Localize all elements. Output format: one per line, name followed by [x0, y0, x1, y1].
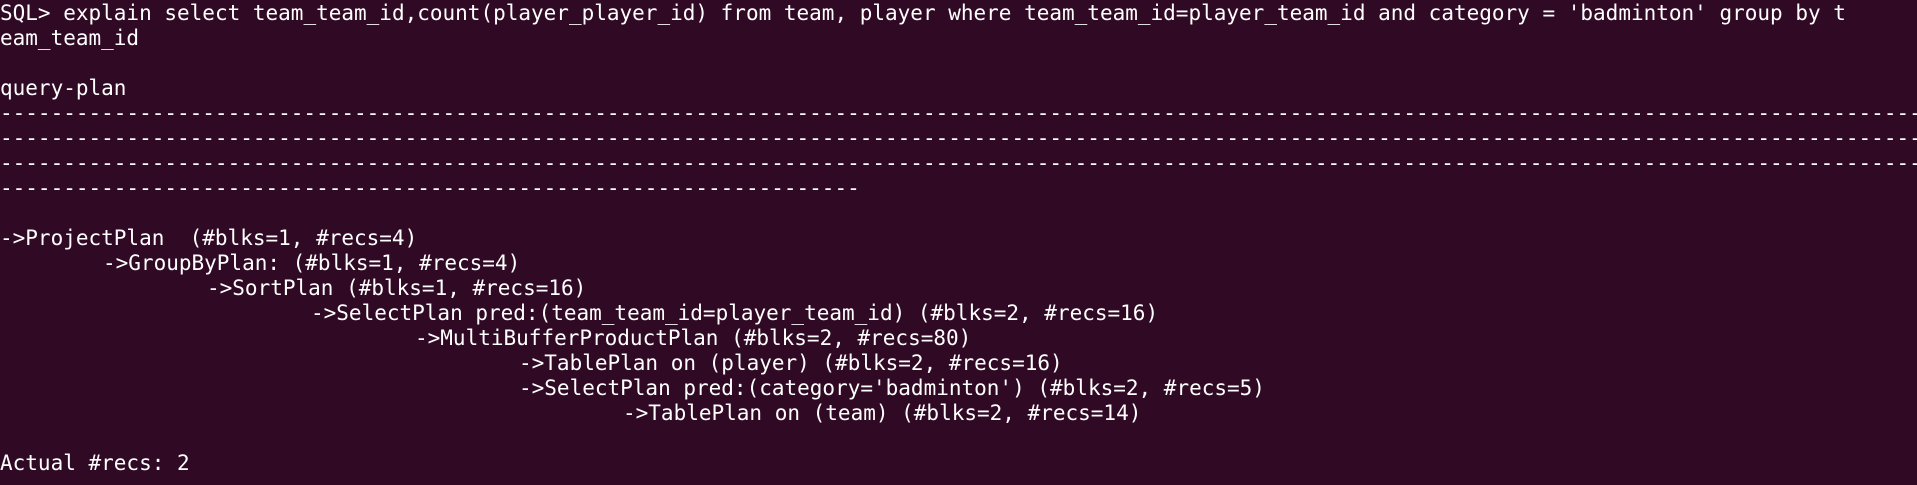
plan-node-select-join: ->SelectPlan pred:(team_team_id=player_t…	[311, 301, 1159, 325]
separator-line: ----------------------------------------…	[0, 101, 1917, 125]
terminal-window[interactable]: SQL> explain select team_team_id,count(p…	[0, 0, 1917, 485]
command-line: SQL> explain select team_team_id,count(p…	[0, 1, 1917, 26]
plan-node-multibuffer-product: ->MultiBufferProductPlan (#blks=2, #recs…	[415, 326, 972, 350]
plan-node-project: ->ProjectPlan (#blks=1, #recs=4)	[0, 226, 418, 250]
query-plan-header: query-plan	[0, 76, 127, 100]
separator-line: ----------------------------------------…	[0, 151, 1917, 175]
plan-node-groupby: ->GroupByPlan: (#blks=1, #recs=4)	[103, 251, 521, 275]
sql-command-part1: explain select team_team_id,count(player…	[50, 1, 1846, 25]
result-count: Actual #recs: 2	[0, 451, 190, 475]
separator-line: ----------------------------------------…	[0, 126, 1917, 150]
sql-prompt: SQL>	[0, 1, 51, 25]
separator-line: ----------------------------------------…	[0, 176, 860, 200]
plan-node-select-category: ->SelectPlan pred:(category='badminton')…	[519, 376, 1265, 400]
plan-node-sort: ->SortPlan (#blks=1, #recs=16)	[207, 276, 587, 300]
command-line-wrap: eam_team_id	[0, 26, 140, 50]
plan-node-table-player: ->TablePlan on (player) (#blks=2, #recs=…	[519, 351, 1063, 375]
plan-node-table-team: ->TablePlan on (team) (#blks=2, #recs=14…	[623, 401, 1142, 425]
